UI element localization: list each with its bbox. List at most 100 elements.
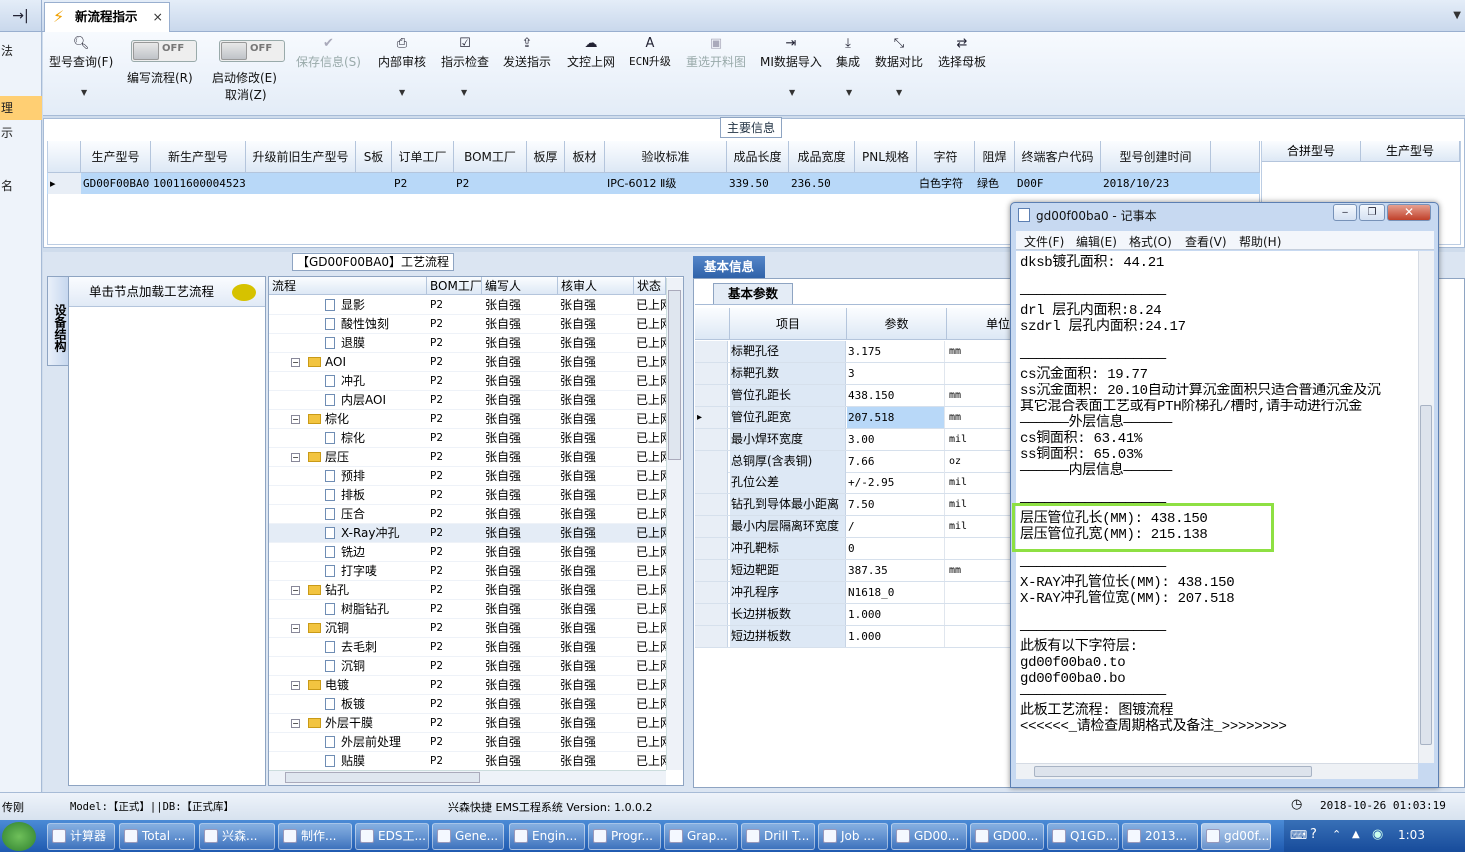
help-icon[interactable]: ? [1310,827,1317,842]
expand-tray-icon[interactable]: ▲ [1352,829,1360,840]
menu-format[interactable]: 格式(O) [1129,233,1172,250]
process-node[interactable]: 层压 [308,448,349,467]
column-header[interactable]: 升级前旧生产型号 [246,141,356,173]
table-cell[interactable]: P2 [392,173,454,194]
process-tree-row[interactable]: 板镀 P2 张自强 张自强 已上网 [269,695,666,714]
column-header[interactable]: 参数 [847,308,947,340]
left-nav-item[interactable]: 法 [0,42,42,59]
taskbar-button[interactable]: 计算器 [47,823,115,850]
table-cell[interactable]: P2 [454,173,527,194]
column-header[interactable]: 新生产型号 [151,141,246,173]
taskbar-button[interactable]: GD00... [970,823,1044,850]
process-tree-row[interactable]: AOI − P2 张自强 张自强 已上网 [269,353,666,372]
column-header[interactable]: S板 [356,141,392,173]
process-tree-row[interactable]: 棕化 − P2 张自强 张自强 已上网 [269,410,666,429]
panel-toggle-icon[interactable]: →| [0,0,42,32]
row-selector[interactable] [695,494,728,516]
process-tree-row[interactable]: 打字唛 P2 张自强 张自强 已上网 [269,562,666,581]
table-cell[interactable]: IPC-6012 Ⅱ级 [605,173,727,194]
process-tree-row[interactable]: 层压 − P2 张自强 张自强 已上网 [269,448,666,467]
column-header[interactable]: 生产型号 [81,141,151,173]
param-value[interactable]: 1.000 [847,625,945,647]
row-selector[interactable] [695,362,728,384]
taskbar-button[interactable]: Grap... [664,823,738,850]
param-row[interactable]: 标靶孔径 3.175 mm [695,341,1015,363]
taskbar-button[interactable]: EDS工... [355,823,429,850]
process-tree-row[interactable]: 显影 P2 张自强 张自强 已上网 [269,296,666,315]
table-cell[interactable]: 339.50 [727,173,789,194]
equipment-structure-tab[interactable]: 设备结构 [47,276,69,366]
scroll-thumb[interactable] [668,290,681,460]
process-node[interactable]: 沉铜 [325,657,365,676]
collapse-icon[interactable]: − [291,624,300,633]
collapse-icon[interactable]: − [291,415,300,424]
scroll-thumb[interactable] [1420,405,1432,745]
taskbar-button[interactable]: Q1GD... [1047,823,1119,850]
close-icon[interactable]: ✕ [1387,204,1431,221]
collapse-icon[interactable]: − [291,358,300,367]
process-tree-row[interactable]: 预排 P2 张自强 张自强 已上网 [269,467,666,486]
process-tree-row[interactable]: 退膜 P2 张自强 张自强 已上网 [269,334,666,353]
column-header[interactable]: 编写人 [482,277,558,295]
menu-view[interactable]: 查看(V) [1185,233,1227,250]
column-header[interactable]: 状态 [634,277,666,295]
param-value[interactable]: 3 [847,362,945,384]
param-row[interactable]: 最小内层隔离环宽度 / mil [695,516,1015,539]
cancel-label[interactable]: 取消(Z) [225,86,267,103]
param-value[interactable]: 207.518 [847,406,945,428]
row-selector[interactable] [695,472,728,494]
chat-bubble-icon[interactable] [232,284,256,301]
taskbar-clock[interactable]: 1:03 [1398,828,1425,842]
process-tree-row[interactable]: 钻孔 − P2 张自强 张自强 已上网 [269,581,666,600]
table-cell[interactable]: 10011600004523 [151,173,246,194]
process-node[interactable]: 沉铜 [308,619,349,638]
row-selector[interactable]: ▸ [695,406,728,428]
left-nav-item[interactable]: 名 [0,177,42,194]
column-header[interactable]: PNL规格 [855,141,917,173]
taskbar-button[interactable]: Engin... [509,823,585,850]
column-header[interactable]: 板厚 [527,141,565,173]
process-node[interactable]: 板镀 [325,695,365,714]
row-selector[interactable] [695,516,728,538]
start-button-icon[interactable] [2,822,36,851]
process-node[interactable]: AOI [308,353,346,372]
process-tree-row[interactable]: 冲孔 P2 张自强 张自强 已上网 [269,372,666,391]
row-selector[interactable] [695,450,728,472]
process-tree-row[interactable]: 棕化 P2 张自强 张自强 已上网 [269,429,666,448]
process-node[interactable]: 酸性蚀刻 [325,315,389,334]
reselect-cut-drawing-button[interactable]: ▣ 重选开料图 [686,35,746,70]
column-header[interactable]: 项目 [730,308,847,340]
process-node[interactable]: 打字唛 [325,562,377,581]
scroll-thumb[interactable] [285,772,480,783]
param-value[interactable]: 7.50 [847,494,945,516]
column-header[interactable]: 单位 [947,308,1015,340]
column-header[interactable]: 成品宽度 [789,141,855,173]
menu-file[interactable]: 文件(F) [1024,233,1064,250]
taskbar-button[interactable]: Gene... [432,823,504,850]
process-node[interactable]: 棕化 [325,429,365,448]
taskbar-button[interactable]: GD00... [891,823,967,850]
restore-icon[interactable]: ❐ [1359,204,1385,221]
column-header[interactable]: 订单工厂 [392,141,454,173]
tab-basic-params[interactable]: 基本参数 [713,283,793,304]
dropdown-arrow-icon[interactable]: ▼ [846,88,852,97]
dropdown-arrow-icon[interactable]: ▼ [461,88,467,97]
column-header[interactable]: 流程 [269,277,427,295]
column-header[interactable]: BOM工厂 [454,141,527,173]
save-info-button[interactable]: ✔ 保存信息(S) [296,35,361,70]
taskbar-button[interactable]: Total ... [119,823,195,850]
data-compare-button[interactable]: ⤡ 数据对比 [875,35,923,70]
send-instruction-button[interactable]: ⇪ 发送指示 [503,35,551,70]
menu-edit[interactable]: 编辑(E) [1076,233,1117,250]
column-header[interactable]: 核审人 [558,277,634,295]
process-tree-row[interactable]: 去毛刺 P2 张自强 张自强 已上网 [269,638,666,657]
dropdown-arrow-icon[interactable]: ▼ [789,88,795,97]
process-node[interactable]: 排板 [325,486,365,505]
process-tree-row[interactable]: 电镀 − P2 张自强 张自强 已上网 [269,676,666,695]
taskbar-button[interactable]: Progr... [588,823,661,850]
process-tree-row[interactable]: 铣边 P2 张自强 张自强 已上网 [269,543,666,562]
select-mother-board-button[interactable]: ⇄ 选择母板 [938,35,986,70]
collapse-icon[interactable]: − [291,453,300,462]
param-row[interactable]: 短边拼板数 1.000 [695,625,1015,648]
table-cell[interactable]: 2018/10/23 [1101,173,1211,194]
